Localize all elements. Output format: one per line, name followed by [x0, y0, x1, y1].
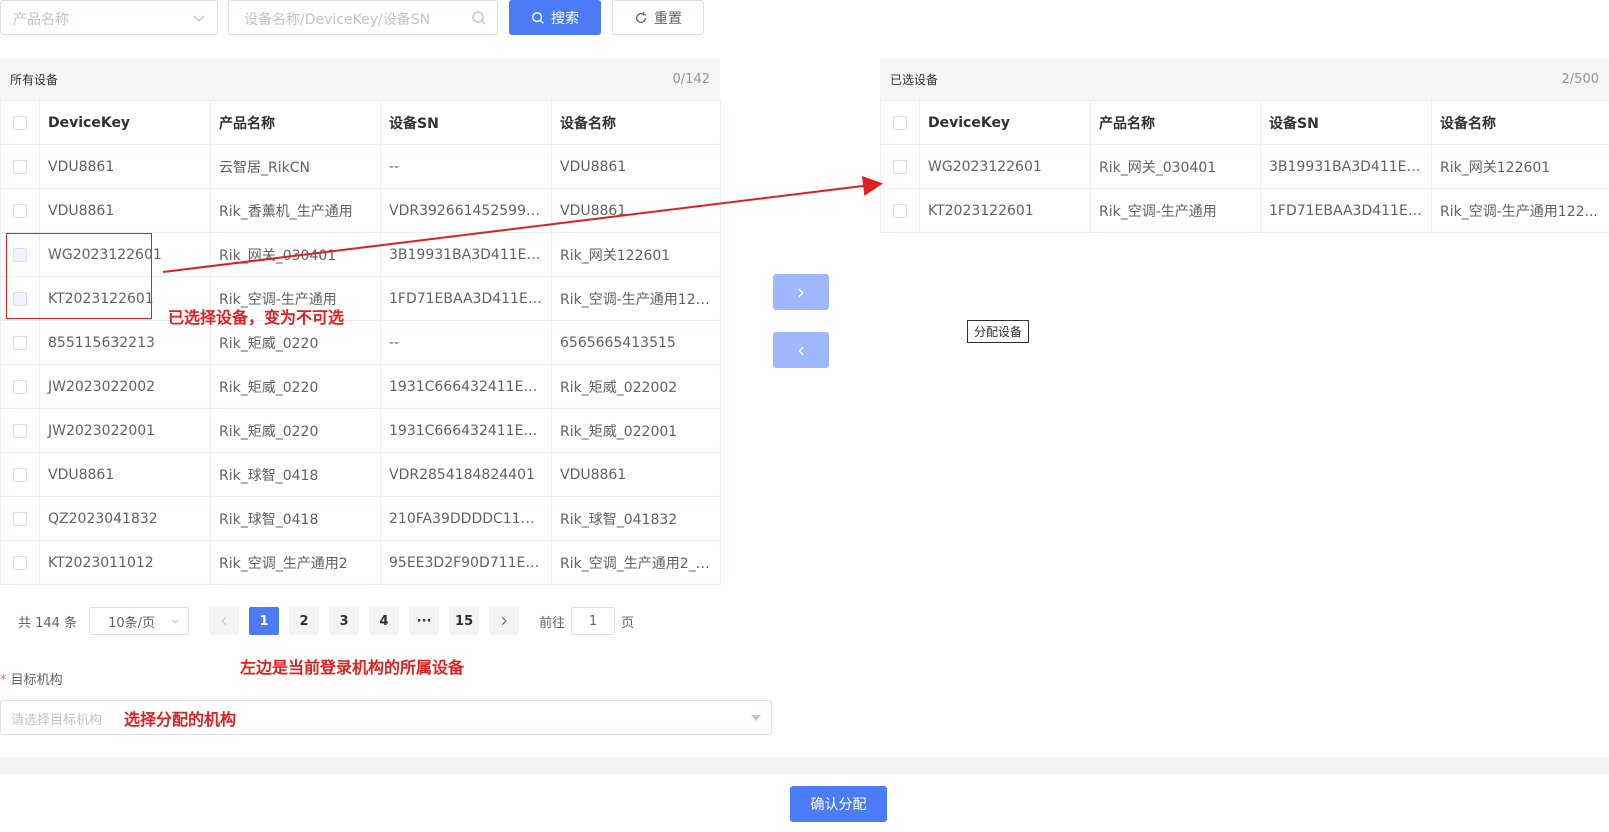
page-ellipsis-button[interactable]: ···	[409, 607, 440, 635]
page-2-button[interactable]: 2	[289, 607, 320, 635]
confirm-assign-label: 确认分配	[810, 797, 867, 813]
prev-page-button[interactable]	[209, 607, 240, 635]
caret-down-icon	[751, 715, 761, 721]
page-1-button[interactable]: 1	[249, 607, 280, 635]
chevron-down-icon	[171, 619, 179, 624]
chevron-right-icon	[501, 616, 507, 626]
page-3-button[interactable]: 3	[329, 607, 360, 635]
goto-prefix: 前往	[539, 615, 566, 631]
page-15-button[interactable]: 15	[449, 607, 480, 635]
page-size-value: 10条/页	[108, 615, 156, 631]
page-4-button[interactable]: 4	[369, 607, 400, 635]
confirm-assign-button[interactable]: 确认分配	[790, 786, 887, 822]
target-org-label: 目标机构	[10, 673, 63, 688]
footer-divider	[0, 757, 1609, 774]
annotation-select-org: 选择分配的机构	[124, 710, 237, 729]
pagination-total: 共 144 条	[18, 615, 78, 631]
chevron-left-icon	[221, 616, 227, 626]
target-org-select[interactable]: 请选择目标机构	[0, 700, 772, 735]
next-page-button[interactable]	[489, 607, 520, 635]
annotation-left-desc: 左边是当前登录机构的所属设备	[240, 658, 465, 677]
page-size-select[interactable]: 10条/页	[89, 607, 190, 635]
pagination: 共 144 条 10条/页 1 2 3 4 ··· 15 前往 1 页	[18, 607, 634, 635]
target-org-placeholder: 请选择目标机构	[11, 713, 103, 728]
target-org-label-row: * 目标机构	[0, 669, 63, 688]
goto-page-input[interactable]: 1	[571, 607, 616, 635]
required-mark: *	[0, 673, 7, 688]
goto-suffix: 页	[621, 615, 635, 631]
